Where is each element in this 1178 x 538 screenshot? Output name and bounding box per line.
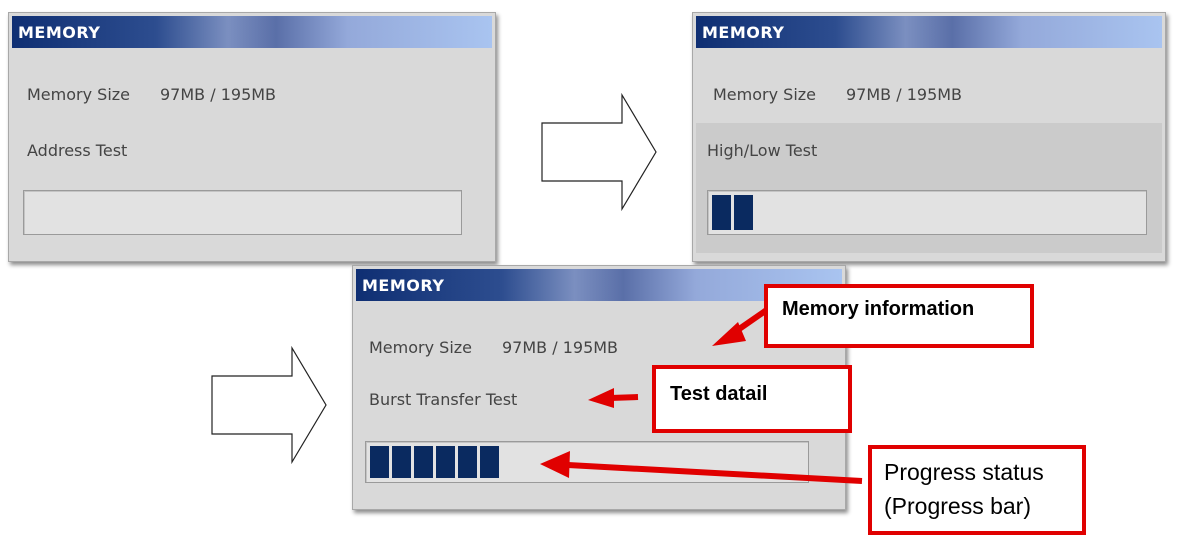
annotation-test-detail-text: Test datail	[670, 383, 768, 405]
annotation-progress-status: Progress status (Progress bar)	[868, 445, 1086, 535]
annotation-test-detail: Test datail	[652, 365, 852, 433]
annotation-memory-information: Memory information	[764, 284, 1034, 348]
annotation-memory-information-text: Memory information	[782, 298, 975, 320]
annotation-progress-status-line1: Progress status	[884, 459, 1044, 485]
annotation-progress-status-line2: (Progress bar)	[884, 493, 1031, 519]
